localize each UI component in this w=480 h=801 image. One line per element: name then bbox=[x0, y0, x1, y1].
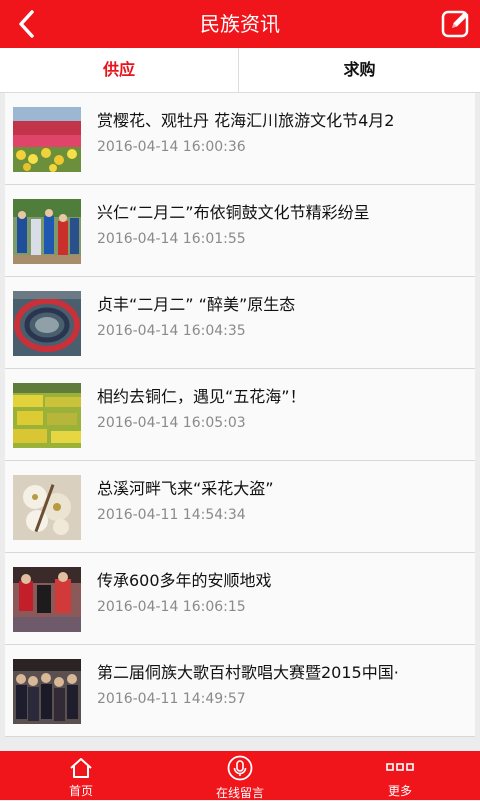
news-title: 传承600多年的安顺地戏 bbox=[97, 571, 272, 590]
nav-more[interactable]: 更多 bbox=[339, 751, 461, 800]
news-item[interactable]: 传承600多年的安顺地戏 2016-04-14 16:06:15 bbox=[5, 553, 475, 645]
tab-purchase[interactable]: 求购 bbox=[239, 48, 480, 92]
news-item[interactable]: 赏樱花、观牡丹 花海汇川旅游文化节4月2 2016-04-14 16:00:36 bbox=[5, 93, 475, 185]
news-title: 赏樱花、观牡丹 花海汇川旅游文化节4月2 bbox=[97, 111, 395, 130]
news-item[interactable]: 贞丰“二月二” “醉美”原生态 2016-04-14 16:04:35 bbox=[5, 277, 475, 369]
news-date: 2016-04-14 16:04:35 bbox=[97, 323, 246, 339]
news-date: 2016-04-14 16:05:03 bbox=[97, 415, 246, 431]
more-icon bbox=[386, 763, 414, 771]
news-item[interactable]: 相约去铜仁，遇见“五花海”！ 2016-04-14 16:05:03 bbox=[5, 369, 475, 461]
news-thumbnail bbox=[13, 567, 81, 632]
news-date: 2016-04-11 14:54:34 bbox=[97, 507, 246, 523]
news-item[interactable]: 第二届侗族大歌百村歌唱大赛暨2015中国· 2016-04-11 14:49:5… bbox=[5, 645, 475, 737]
nav-home-label: 首页 bbox=[68, 784, 93, 798]
news-date: 2016-04-11 14:49:57 bbox=[97, 691, 246, 707]
edit-icon[interactable] bbox=[440, 8, 472, 40]
news-title: 相约去铜仁，遇见“五花海”！ bbox=[97, 387, 306, 406]
news-title: 第二届侗族大歌百村歌唱大赛暨2015中国· bbox=[97, 663, 399, 682]
news-item[interactable]: 兴仁“二月二”布依铜鼓文化节精彩纷呈 2016-04-14 16:01:55 bbox=[5, 185, 475, 277]
nav-message[interactable]: 在线留言 bbox=[179, 751, 301, 800]
news-date: 2016-04-14 16:00:36 bbox=[97, 139, 246, 155]
nav-message-label: 在线留言 bbox=[215, 786, 264, 800]
home-icon bbox=[70, 758, 92, 778]
news-thumbnail bbox=[13, 383, 81, 448]
news-thumbnail bbox=[13, 659, 81, 724]
page-title: 民族资讯 bbox=[200, 12, 280, 36]
news-thumbnail bbox=[13, 107, 81, 172]
nav-more-label: 更多 bbox=[387, 784, 412, 798]
news-title: 总溪河畔飞来“采花大盗” bbox=[97, 479, 274, 498]
news-thumbnail bbox=[13, 291, 81, 356]
news-thumbnail bbox=[13, 475, 81, 540]
tab-supply[interactable]: 供应 bbox=[0, 48, 239, 92]
news-title: 贞丰“二月二” “醉美”原生态 bbox=[97, 295, 296, 314]
bottom-nav: 首页 在线留言 更多 bbox=[0, 751, 480, 800]
news-date: 2016-04-14 16:06:15 bbox=[97, 599, 246, 615]
nav-home[interactable]: 首页 bbox=[20, 751, 142, 800]
top-bar: 民族资讯 bbox=[0, 0, 480, 48]
news-thumbnail bbox=[13, 199, 81, 264]
tab-bar: 供应 求购 bbox=[0, 48, 480, 93]
news-date: 2016-04-14 16:01:55 bbox=[97, 231, 246, 247]
news-list: 赏樱花、观牡丹 花海汇川旅游文化节4月2 2016-04-14 16:00:36… bbox=[5, 93, 475, 749]
news-item[interactable]: 总溪河畔飞来“采花大盗” 2016-04-11 14:54:34 bbox=[5, 461, 475, 553]
news-title: 兴仁“二月二”布依铜鼓文化节精彩纷呈 bbox=[97, 203, 370, 222]
microphone-icon bbox=[227, 755, 253, 781]
